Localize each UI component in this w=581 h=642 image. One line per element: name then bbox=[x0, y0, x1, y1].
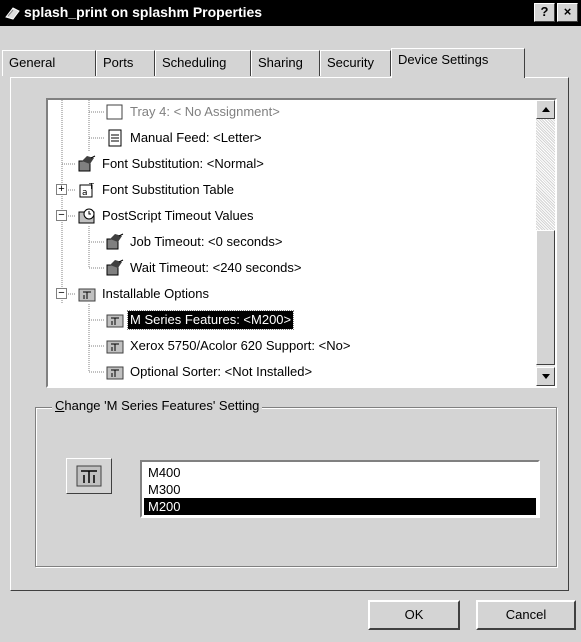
window-title: splash_print on splashm Properties bbox=[24, 4, 263, 20]
scroll-track[interactable] bbox=[536, 119, 555, 230]
device-settings-tree[interactable]: + − − Tray 4: < No Assignment> Manual Fe… bbox=[46, 98, 557, 388]
tab-strip: General Ports Scheduling Sharing Securit… bbox=[0, 48, 581, 78]
list-option-m200[interactable]: M200 bbox=[144, 498, 536, 515]
svg-text:a: a bbox=[82, 188, 88, 198]
options-icon bbox=[106, 314, 124, 328]
tab-scheduling[interactable]: Scheduling bbox=[155, 50, 251, 76]
document-icon bbox=[108, 129, 122, 147]
options-icon bbox=[78, 288, 96, 302]
settings-icon bbox=[106, 259, 124, 276]
list-option-m400[interactable]: M400 bbox=[144, 464, 536, 481]
collapse-postscript-timeout-values[interactable]: − bbox=[56, 210, 67, 221]
list-option-m300[interactable]: M300 bbox=[144, 481, 536, 498]
collapse-installable-options[interactable]: − bbox=[56, 288, 67, 299]
setting-group-legend: Change 'M Series Features' Setting bbox=[52, 398, 263, 413]
options-icon bbox=[106, 340, 124, 354]
svg-text:T: T bbox=[88, 182, 94, 191]
font-table-icon: aT bbox=[79, 182, 94, 198]
tab-sharing[interactable]: Sharing bbox=[251, 50, 320, 76]
scroll-thumb[interactable] bbox=[536, 230, 555, 365]
tab-ports[interactable]: Ports bbox=[96, 50, 155, 76]
options-icon bbox=[106, 366, 124, 380]
tab-device-settings[interactable]: Device Settings bbox=[391, 48, 525, 78]
settings-icon bbox=[106, 233, 124, 250]
printer-properties-icon bbox=[5, 7, 20, 20]
installable-option-icon bbox=[66, 458, 112, 494]
arrow-up-icon bbox=[542, 107, 550, 112]
options-icon bbox=[76, 465, 102, 487]
tab-security[interactable]: Security bbox=[320, 50, 391, 76]
expand-font-substitution-table[interactable]: + bbox=[56, 184, 67, 195]
tree-vertical-scrollbar[interactable] bbox=[536, 100, 555, 386]
close-button[interactable]: × bbox=[557, 3, 578, 22]
tray-icon bbox=[106, 104, 123, 120]
m-series-options-list[interactable]: M400 M300 M200 bbox=[140, 460, 540, 518]
scroll-up-button[interactable] bbox=[536, 100, 555, 119]
arrow-down-icon bbox=[542, 374, 550, 379]
tab-general[interactable]: General bbox=[2, 50, 96, 76]
scroll-down-button[interactable] bbox=[536, 367, 555, 386]
ok-button[interactable]: OK bbox=[368, 600, 460, 630]
settings-icon bbox=[78, 155, 96, 172]
title-bar: splash_print on splashm Properties ? × bbox=[0, 0, 581, 26]
help-button[interactable]: ? bbox=[534, 3, 555, 22]
cancel-button[interactable]: Cancel bbox=[476, 600, 576, 630]
timeout-folder-icon bbox=[78, 208, 95, 224]
